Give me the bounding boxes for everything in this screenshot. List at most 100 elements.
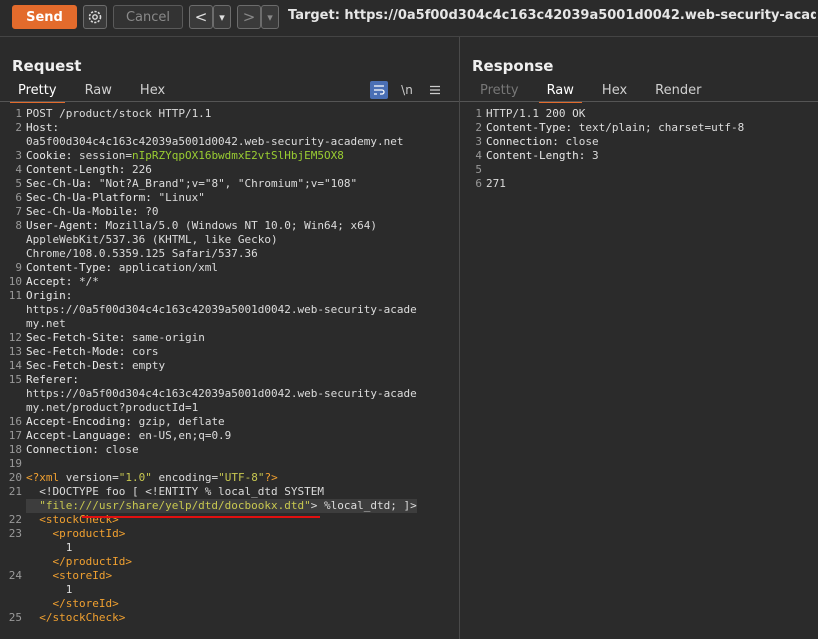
line-text: Content-Type: application/xml xyxy=(26,261,218,275)
line-number xyxy=(4,317,26,331)
header-name: Sec-Fetch-Site: xyxy=(26,331,126,344)
line-number: 14 xyxy=(8,359,22,372)
hamburger-icon xyxy=(430,85,440,95)
xml-token: > %local_dtd; ]> xyxy=(310,499,417,512)
response-viewer[interactable]: 1 HTTP/1.1 200 OK 2 Content-Type: text/plai… xyxy=(464,107,744,191)
line-number xyxy=(4,541,26,555)
back-button[interactable]: < xyxy=(189,5,213,29)
request-editor[interactable]: 1 POST /product/stock HTTP/1.1 2 Host: 0a5f0… xyxy=(4,107,417,625)
toolbar: Send Cancel < ▾ > ▾ Target: https://0a5f… xyxy=(0,0,818,34)
line-text: POST /product/stock HTTP/1.1 xyxy=(26,107,212,120)
newline-toggle-button[interactable]: \n xyxy=(398,81,416,99)
line-text: my.net/product?productId=1 xyxy=(26,401,199,414)
line-number: 1 xyxy=(475,107,482,120)
header-value: cors xyxy=(125,345,159,358)
request-line: 21 <!DOCTYPE foo [ <!ENTITY % local_dtd … xyxy=(4,485,417,499)
line-number xyxy=(4,401,26,415)
word-wrap-button[interactable] xyxy=(370,81,388,99)
line-number: 5 xyxy=(475,163,482,176)
header-name: Accept-Encoding: xyxy=(26,415,132,428)
line-text: Accept-Encoding: gzip, deflate xyxy=(26,415,225,429)
request-line: 5 Sec-Ch-Ua: "Not?A_Brand";v="8", "Chromi… xyxy=(4,177,417,191)
line-number: 15 xyxy=(8,373,22,386)
line-text: Sec-Ch-Ua: "Not?A_Brand";v="8", "Chromiu… xyxy=(26,177,357,191)
request-line: https://0a5f00d304c4c163c42039a5001d0042… xyxy=(4,303,417,317)
line-number: 8 xyxy=(15,219,22,232)
response-tab-raw[interactable]: Raw xyxy=(538,81,583,103)
cancel-button[interactable]: Cancel xyxy=(113,5,183,29)
xml-token: version= xyxy=(65,471,119,484)
line-text: my.net xyxy=(26,317,66,330)
line-text: <?xml version="1.0" encoding="UTF-8"?> xyxy=(26,471,278,485)
header-value: close xyxy=(558,135,599,148)
line-number xyxy=(4,135,26,149)
line-number: 16 xyxy=(8,415,22,428)
response-tab-pretty[interactable]: Pretty xyxy=(476,81,523,101)
line-number: 7 xyxy=(15,205,22,218)
xml-token: <?xml xyxy=(26,471,66,484)
line-number xyxy=(4,555,26,569)
response-tab-hex[interactable]: Hex xyxy=(598,81,631,101)
line-number: 6 xyxy=(15,191,22,204)
response-tab-render[interactable]: Render xyxy=(651,81,705,101)
line-text: 1 xyxy=(26,583,73,596)
line-text: <storeId> xyxy=(26,569,112,583)
menu-button[interactable] xyxy=(426,81,444,99)
request-line: 1 POST /product/stock HTTP/1.1 xyxy=(4,107,417,121)
header-value: same-origin xyxy=(125,331,205,344)
line-number: 20 xyxy=(8,471,22,484)
settings-button[interactable] xyxy=(83,5,107,29)
line-number: 19 xyxy=(8,457,22,470)
header-value: empty xyxy=(125,359,166,372)
forward-button[interactable]: > xyxy=(237,5,261,29)
request-line: 16 Accept-Encoding: gzip, deflate xyxy=(4,415,417,429)
header-name: Content-Length: xyxy=(26,163,126,176)
line-text: Cookie: session=nIpRZYqpOX16bwdmxE2vtSlH… xyxy=(26,149,344,163)
response-line: 3 Connection: close xyxy=(464,135,744,149)
request-tab-raw[interactable]: Raw xyxy=(81,81,116,101)
xml-token: " xyxy=(304,499,311,512)
line-text: </productId> xyxy=(26,555,131,569)
xml-token: </storeId> xyxy=(26,597,119,610)
header-name: Content-Type: xyxy=(486,121,573,134)
send-button[interactable]: Send xyxy=(12,5,77,29)
request-line: 0a5f00d304c4c163c42039a5001d0042.web-sec… xyxy=(4,135,417,149)
line-text: Sec-Fetch-Dest: empty xyxy=(26,359,165,373)
line-number: 3 xyxy=(15,149,22,162)
line-text: Sec-Ch-Ua-Platform: "Linux" xyxy=(26,191,205,205)
line-text: Content-Type: text/plain; charset=utf-8 xyxy=(486,121,744,135)
header-name: Sec-Fetch-Dest: xyxy=(26,359,126,372)
forward-history-dropdown[interactable]: ▾ xyxy=(261,5,279,29)
request-line: 11 Origin: xyxy=(4,289,417,303)
line-text: </stockCheck> xyxy=(26,611,125,625)
request-line: 9 Content-Type: application/xml xyxy=(4,261,417,275)
response-title: Response xyxy=(472,57,554,75)
request-line: 1 xyxy=(4,583,417,597)
request-line: https://0a5f00d304c4c163c42039a5001d0042… xyxy=(4,387,417,401)
line-number xyxy=(4,583,26,597)
request-line: 25 </stockCheck> xyxy=(4,611,417,625)
request-line: 6 Sec-Ch-Ua-Platform: "Linux" xyxy=(4,191,417,205)
request-line: 8 User-Agent: Mozilla/5.0 (Windows NT 10.… xyxy=(4,219,417,233)
response-tab-underline xyxy=(460,101,818,102)
header-name: Origin: xyxy=(26,289,73,302)
line-text: Sec-Fetch-Mode: cors xyxy=(26,345,158,359)
response-line: 6 271 xyxy=(464,177,744,191)
request-line: 18 Connection: close xyxy=(4,443,417,457)
header-value: "Not?A_Brand";v="8", "Chromium";v="108" xyxy=(92,177,358,190)
line-number: 25 xyxy=(8,611,22,624)
request-line: AppleWebKit/537.36 (KHTML, like Gecko) xyxy=(4,233,417,247)
target-url[interactable]: Target: https://0a5f00d304c4c163c42039a5… xyxy=(288,8,816,23)
header-name: Referer: xyxy=(26,373,79,386)
response-line: 2 Content-Type: text/plain; charset=utf-8 xyxy=(464,121,744,135)
response-tabs: Pretty Raw Hex Render xyxy=(476,81,725,103)
header-value: en-US,en;q=0.9 xyxy=(131,429,232,442)
back-history-dropdown[interactable]: ▾ xyxy=(213,5,231,29)
request-tab-hex[interactable]: Hex xyxy=(136,81,169,101)
line-number: 21 xyxy=(8,485,22,498)
line-number: 4 xyxy=(15,163,22,176)
request-tab-pretty[interactable]: Pretty xyxy=(10,81,65,103)
header-name: Connection: xyxy=(26,443,99,456)
line-number: 2 xyxy=(475,121,482,134)
header-value: */* xyxy=(72,275,99,288)
